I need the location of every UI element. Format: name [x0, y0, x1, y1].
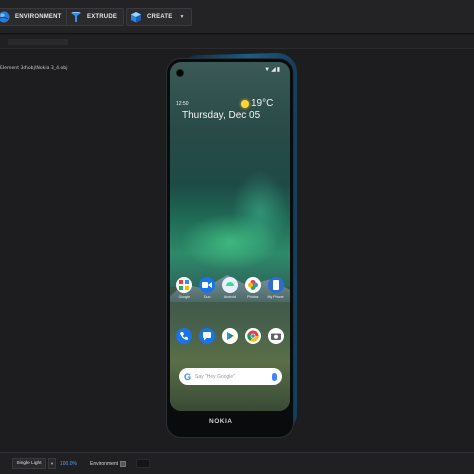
brand-logo: NOKIA — [209, 418, 233, 425]
chevron-down-icon[interactable]: ▼ — [48, 458, 56, 469]
weather-widget: 19°C — [241, 98, 273, 109]
google-search-bar[interactable]: G Say "Hey Google" — [179, 368, 282, 385]
app-google[interactable]: Google — [174, 277, 194, 299]
app-camera[interactable] — [266, 328, 286, 344]
secondary-toolbar-segment — [8, 39, 68, 45]
front-camera — [176, 69, 184, 77]
globe-icon — [0, 11, 10, 23]
date-widget: Thursday, Dec 05 — [182, 110, 261, 121]
secondary-toolbar — [0, 35, 474, 49]
myphone-icon — [267, 277, 284, 293]
app-play-store[interactable] — [220, 328, 240, 344]
model-file-path: Element 3d\obj\Nokia 3_4.obj — [0, 66, 68, 71]
environment-value-field[interactable] — [136, 459, 150, 468]
app-label: My Phone — [267, 295, 284, 299]
app-window: ENVIRONMENT EXTRUDE CREATE ▼ Element 3d\… — [0, 0, 474, 474]
light-mode-button[interactable]: Single Light — [12, 458, 46, 469]
app-row-1: Google Duo Android Photos My Phone — [170, 277, 290, 299]
cube-icon — [130, 11, 142, 23]
app-chrome[interactable] — [243, 328, 263, 344]
wallpaper-ground — [170, 287, 290, 411]
environment-toggle-label: Environment — [90, 461, 119, 467]
phone-icon — [176, 328, 193, 344]
photos-icon — [244, 277, 261, 293]
status-icons: ▼◢▮ — [264, 67, 281, 73]
app-label: Google — [178, 295, 191, 299]
chevron-down-icon[interactable]: ▼ — [179, 14, 184, 20]
extrude-label: EXTRUDE — [87, 14, 118, 20]
app-phone[interactable] — [174, 328, 194, 344]
environment-checkbox[interactable] — [120, 461, 126, 467]
top-toolbar: ENVIRONMENT EXTRUDE CREATE ▼ — [0, 0, 474, 34]
messages-icon — [199, 328, 216, 344]
duo-icon — [199, 277, 216, 293]
app-photos[interactable]: Photos — [243, 277, 263, 299]
android-icon — [221, 277, 238, 293]
chrome-icon — [244, 328, 261, 344]
sun-icon — [241, 99, 249, 108]
zoom-level[interactable]: 100.0% — [60, 461, 77, 467]
phone-screen: ▼◢▮ 12:50 Thursday, Dec 05 19°C Google D… — [170, 62, 290, 411]
extrude-icon — [70, 11, 82, 23]
dock-row — [170, 328, 290, 344]
app-label: Android — [223, 295, 237, 299]
clock: 12:50 — [176, 101, 189, 107]
status-bar: ▼◢▮ — [170, 65, 290, 75]
create-button[interactable]: CREATE ▼ — [126, 8, 192, 26]
app-android[interactable]: Android — [220, 277, 240, 299]
google-logo-icon: G — [184, 371, 192, 382]
bottom-bar: Single Light ▼ 100.0% Environment — [0, 452, 474, 474]
app-messages[interactable] — [197, 328, 217, 344]
search-placeholder: Say "Hey Google" — [195, 373, 235, 380]
extrude-button[interactable]: EXTRUDE — [66, 8, 125, 26]
mic-icon[interactable] — [272, 372, 277, 381]
play-store-icon — [221, 328, 238, 344]
app-label: Duo — [203, 295, 211, 299]
app-duo[interactable]: Duo — [197, 277, 217, 299]
google-apps-icon — [176, 277, 193, 293]
environment-button[interactable]: ENVIRONMENT — [0, 8, 69, 26]
app-label: Photos — [247, 295, 259, 299]
app-my-phone[interactable]: My Phone — [266, 277, 286, 299]
temperature: 19°C — [251, 98, 274, 109]
environment-label: ENVIRONMENT — [15, 14, 62, 20]
camera-icon — [267, 328, 284, 344]
create-label: CREATE — [147, 14, 173, 20]
